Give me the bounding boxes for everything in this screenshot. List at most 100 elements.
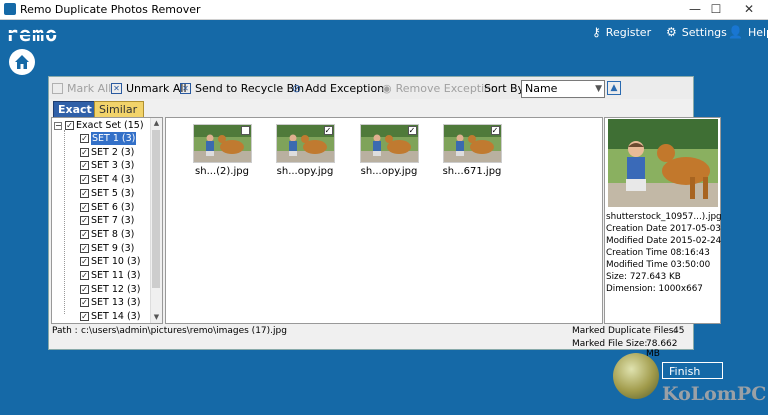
thumbnail-checkbox[interactable] <box>240 126 250 135</box>
tree-item[interactable]: ✓ SET 6 (3) <box>80 201 134 214</box>
tree-item-label: SET 6 (3) <box>91 201 135 213</box>
sort-by-select[interactable]: Name ▼ <box>521 80 605 98</box>
tab-similar[interactable]: Similar <box>94 101 144 118</box>
marked-files-label: Marked Duplicate Files: <box>572 326 677 336</box>
checkbox-icon[interactable]: ✓ <box>80 175 89 185</box>
mark-all-label: Mark All <box>67 82 112 95</box>
checkbox-icon[interactable]: ✓ <box>80 134 89 143</box>
thumbnail-item[interactable]: sh...(2).jpg <box>192 124 252 177</box>
thumbnail-checkbox[interactable]: ✓ <box>490 126 500 135</box>
checkbox-icon[interactable]: ✓ <box>80 312 89 322</box>
thumbnail-item[interactable]: ✓ sh...opy.jpg <box>275 124 335 177</box>
checkbox-icon[interactable]: ✓ <box>80 243 89 253</box>
settings-link[interactable]: ⚙ Settings <box>666 24 727 40</box>
checkbox-icon[interactable]: ✓ <box>80 202 89 212</box>
photo-thumbnail[interactable]: ✓ <box>275 124 335 163</box>
photo-thumbnail[interactable]: ✓ <box>442 124 502 163</box>
status-bar: Path : c:\users\admin\pictures\remo\imag… <box>49 324 693 359</box>
preview-filename: shutterstock_10957...).jpg <box>606 212 722 222</box>
tree-item[interactable]: ✓ SET 8 (3) <box>80 228 134 241</box>
collapse-icon[interactable]: − <box>54 121 62 130</box>
tree-item-label: SET 14 (3) <box>91 311 141 323</box>
tree-item-label: SET 10 (3) <box>91 256 141 268</box>
photo-thumbnail[interactable]: ✓ <box>359 124 419 163</box>
tree-root[interactable]: − ✓ Exact Set (15) <box>54 119 144 132</box>
mark-all-button[interactable]: Mark All <box>52 82 111 95</box>
preview-creation-time: Creation Time 08:16:43 <box>606 248 710 258</box>
tree-root-label: Exact Set (15) <box>76 120 144 131</box>
thumbnail-checkbox[interactable]: ✓ <box>323 126 333 135</box>
finish-button[interactable]: Finish <box>662 362 723 379</box>
tree-item[interactable]: ✓ SET 11 (3) <box>80 269 140 282</box>
checkbox-icon <box>52 83 63 94</box>
checkbox-icon[interactable]: ✓ <box>80 161 89 171</box>
add-exception-button[interactable]: ⊘ Add Exception <box>292 82 384 95</box>
tree-item[interactable]: ✓ SET 10 (3) <box>80 255 140 268</box>
preview-creation-date: Creation Date 2017-05-03 <box>606 224 721 234</box>
window-title: Remo Duplicate Photos Remover <box>20 3 201 16</box>
tree-item[interactable]: ✓ SET 4 (3) <box>80 173 134 186</box>
thumbnail-item[interactable]: ✓ sh...671.jpg <box>442 124 502 177</box>
thumbnail-checkbox[interactable]: ✓ <box>407 126 417 135</box>
checkbox-icon[interactable]: ✓ <box>65 121 74 130</box>
arrow-up-icon: ▲ <box>610 83 618 93</box>
send-to-recycle-bin-button[interactable]: ✕ Send to Recycle Bin <box>180 82 304 95</box>
tree-item-label: SET 3 (3) <box>91 160 135 172</box>
tree-item[interactable]: ✓ SET 12 (3) <box>80 283 140 296</box>
tree-scrollbar[interactable]: ▲ ▼ <box>150 118 162 323</box>
tree-item[interactable]: ✓ SET 2 (3) <box>80 146 134 159</box>
checkbox-icon[interactable]: ✓ <box>80 216 89 226</box>
sort-by-value: Name <box>525 82 558 95</box>
tree-item-label: SET 13 (3) <box>91 297 141 309</box>
settings-label: Settings <box>681 25 727 39</box>
tree-item-label: SET 5 (3) <box>91 187 135 199</box>
scrollbar-thumb[interactable] <box>152 130 160 288</box>
maximize-button[interactable]: ☐ <box>703 1 729 17</box>
scroll-down-icon[interactable]: ▼ <box>151 312 162 323</box>
checkbox-icon[interactable]: ✓ <box>80 298 89 308</box>
scroll-up-icon[interactable]: ▲ <box>151 118 162 129</box>
close-button[interactable]: ✕ <box>736 1 762 17</box>
checkbox-icon[interactable]: ✓ <box>80 188 89 198</box>
main-panel: Mark All ✕ Unmark All ✕ Send to Recycle … <box>48 76 722 359</box>
preview-modified-time: Modified Time 03:50:00 <box>606 260 711 270</box>
tree-item[interactable]: ✓ SET 7 (3) <box>80 214 134 227</box>
tree-item[interactable]: ✓ SET 9 (3) <box>80 242 134 255</box>
tree-item[interactable]: ✓ SET 1 (3) <box>80 132 137 145</box>
toolbar: Mark All ✕ Unmark All ✕ Send to Recycle … <box>49 77 693 99</box>
tree-item[interactable]: ✓ SET 14 (3) <box>80 310 140 323</box>
marked-size-value: 78.662 MB <box>646 339 678 359</box>
tree-item[interactable]: ✓ SET 3 (3) <box>80 159 134 172</box>
person-icon: 👤 <box>728 25 743 39</box>
register-link[interactable]: ⚷ Register <box>592 24 651 40</box>
tree-item-label: SET 4 (3) <box>91 174 135 186</box>
eye-icon: ◉ <box>382 82 392 95</box>
thumbnail-label: sh...(2).jpg <box>195 166 249 177</box>
preview-pane: shutterstock_10957...).jpg Creation Date… <box>604 117 722 324</box>
marked-size-label: Marked File Size: <box>572 339 648 349</box>
tree-item[interactable]: ✓ SET 13 (3) <box>80 296 140 309</box>
checkbox-icon[interactable]: ✓ <box>80 284 89 294</box>
photo-thumbnail[interactable] <box>192 124 252 163</box>
checkbox-icon[interactable]: ✓ <box>80 271 89 280</box>
help-link[interactable]: 👤 Help <box>728 24 768 40</box>
app-icon <box>4 3 16 15</box>
remove-exception-button[interactable]: ◉ Remove Exception <box>382 82 498 95</box>
preview-size: Size: 727.643 KB <box>606 272 681 282</box>
title-bar: Remo Duplicate Photos Remover — ☐ ✕ <box>0 0 768 20</box>
tree-item-label: SET 1 (3) <box>91 132 137 145</box>
checkbox-icon[interactable]: ✓ <box>80 147 89 157</box>
checkbox-icon[interactable]: ✓ <box>80 229 89 239</box>
thumbnail-item[interactable]: ✓ sh...opy.jpg <box>359 124 419 177</box>
sort-order-button[interactable]: ▲ <box>607 81 621 95</box>
tree-item-label: SET 9 (3) <box>91 242 135 254</box>
recycle-bin-icon: ✕ <box>180 83 191 94</box>
checkbox-icon[interactable]: ✓ <box>80 257 89 267</box>
duplicate-set-tree: − ✓ Exact Set (15) ✓ SET 1 (3) ✓ SET 2 (3)… <box>51 117 163 324</box>
finish-orb-icon <box>613 353 659 399</box>
tree-item[interactable]: ✓ SET 5 (3) <box>80 187 134 200</box>
home-button[interactable] <box>9 49 35 75</box>
unmark-all-button[interactable]: ✕ Unmark All <box>111 82 187 95</box>
tree-item-label: SET 12 (3) <box>91 283 141 295</box>
remove-exception-label: Remove Exception <box>395 82 498 95</box>
